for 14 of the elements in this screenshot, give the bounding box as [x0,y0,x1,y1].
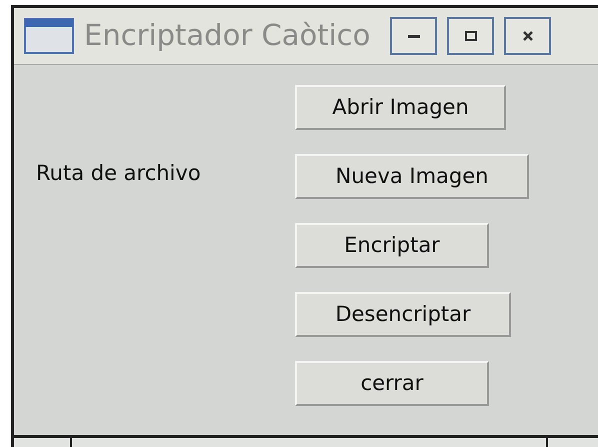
action-button[interactable]: Encriptar [295,223,489,268]
close-button[interactable] [504,17,552,55]
minimize-button[interactable] [390,17,438,55]
action-button[interactable]: Desencriptar [295,292,511,337]
close-icon [522,31,533,41]
action-button[interactable]: Nueva Imagen [295,154,529,199]
action-button[interactable]: Abrir Imagen [295,85,506,130]
window-title: Encriptador Caòtico [84,17,370,54]
maximize-icon [464,31,477,41]
maximize-button[interactable] [447,17,494,55]
action-button[interactable]: cerrar [295,361,489,406]
file-path-label: Ruta de archivo [36,160,201,187]
window-icon [24,18,74,54]
minimize-icon [408,34,420,38]
